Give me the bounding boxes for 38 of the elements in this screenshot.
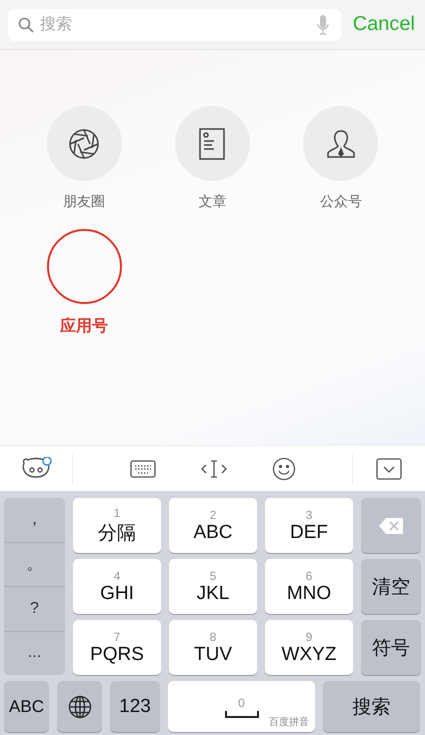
bear-logo-icon[interactable]: [20, 456, 52, 480]
backspace-icon: [378, 516, 404, 534]
search-field[interactable]: 搜索: [8, 8, 341, 40]
keyboard-brand: 百度拼音: [269, 716, 309, 729]
globe-key[interactable]: [57, 681, 102, 732]
function-key[interactable]: 符号: [361, 620, 421, 675]
search-key[interactable]: 搜索: [323, 681, 420, 732]
collapse-icon[interactable]: [376, 458, 402, 480]
letter-key[interactable]: 7 PQRS: [73, 620, 161, 675]
smiley-icon[interactable]: [272, 456, 296, 480]
punctuation-key[interactable]: ，: [4, 498, 65, 542]
category-label: 应用号: [60, 316, 108, 337]
category-label: 朋友圈: [63, 193, 106, 211]
letter-key[interactable]: 2 ABC: [169, 498, 257, 553]
abc-key[interactable]: ABC: [4, 681, 49, 732]
text-cursor-icon[interactable]: [200, 458, 228, 478]
space-key[interactable]: 0 百度拼音: [168, 681, 315, 732]
globe-icon: [68, 694, 92, 718]
letter-key[interactable]: 3 DEF: [265, 498, 353, 553]
punctuation-key[interactable]: 。: [4, 542, 65, 587]
keyboard-icon[interactable]: [130, 460, 156, 478]
letter-key[interactable]: 9 WXYZ: [265, 620, 353, 675]
letter-key[interactable]: 6 MNO: [265, 559, 353, 614]
punctuation-key[interactable]: ?: [4, 587, 65, 632]
letter-key[interactable]: 8 TUV: [169, 620, 257, 675]
document-icon: [199, 128, 226, 160]
letter-key[interactable]: 1 分隔: [73, 498, 161, 553]
category-label: 公众号: [320, 193, 362, 211]
letter-key[interactable]: 5 JKL: [169, 559, 257, 614]
numbers-key[interactable]: 123: [110, 681, 160, 732]
search-icon: [18, 16, 34, 32]
person-icon: [326, 128, 356, 158]
function-key[interactable]: 清空: [361, 559, 421, 614]
category-label: 文章: [198, 193, 226, 211]
shutter-icon: [68, 128, 100, 160]
letter-key[interactable]: 4 GHI: [73, 559, 161, 614]
punctuation-key[interactable]: ...: [4, 632, 65, 675]
space-icon: [224, 710, 258, 718]
